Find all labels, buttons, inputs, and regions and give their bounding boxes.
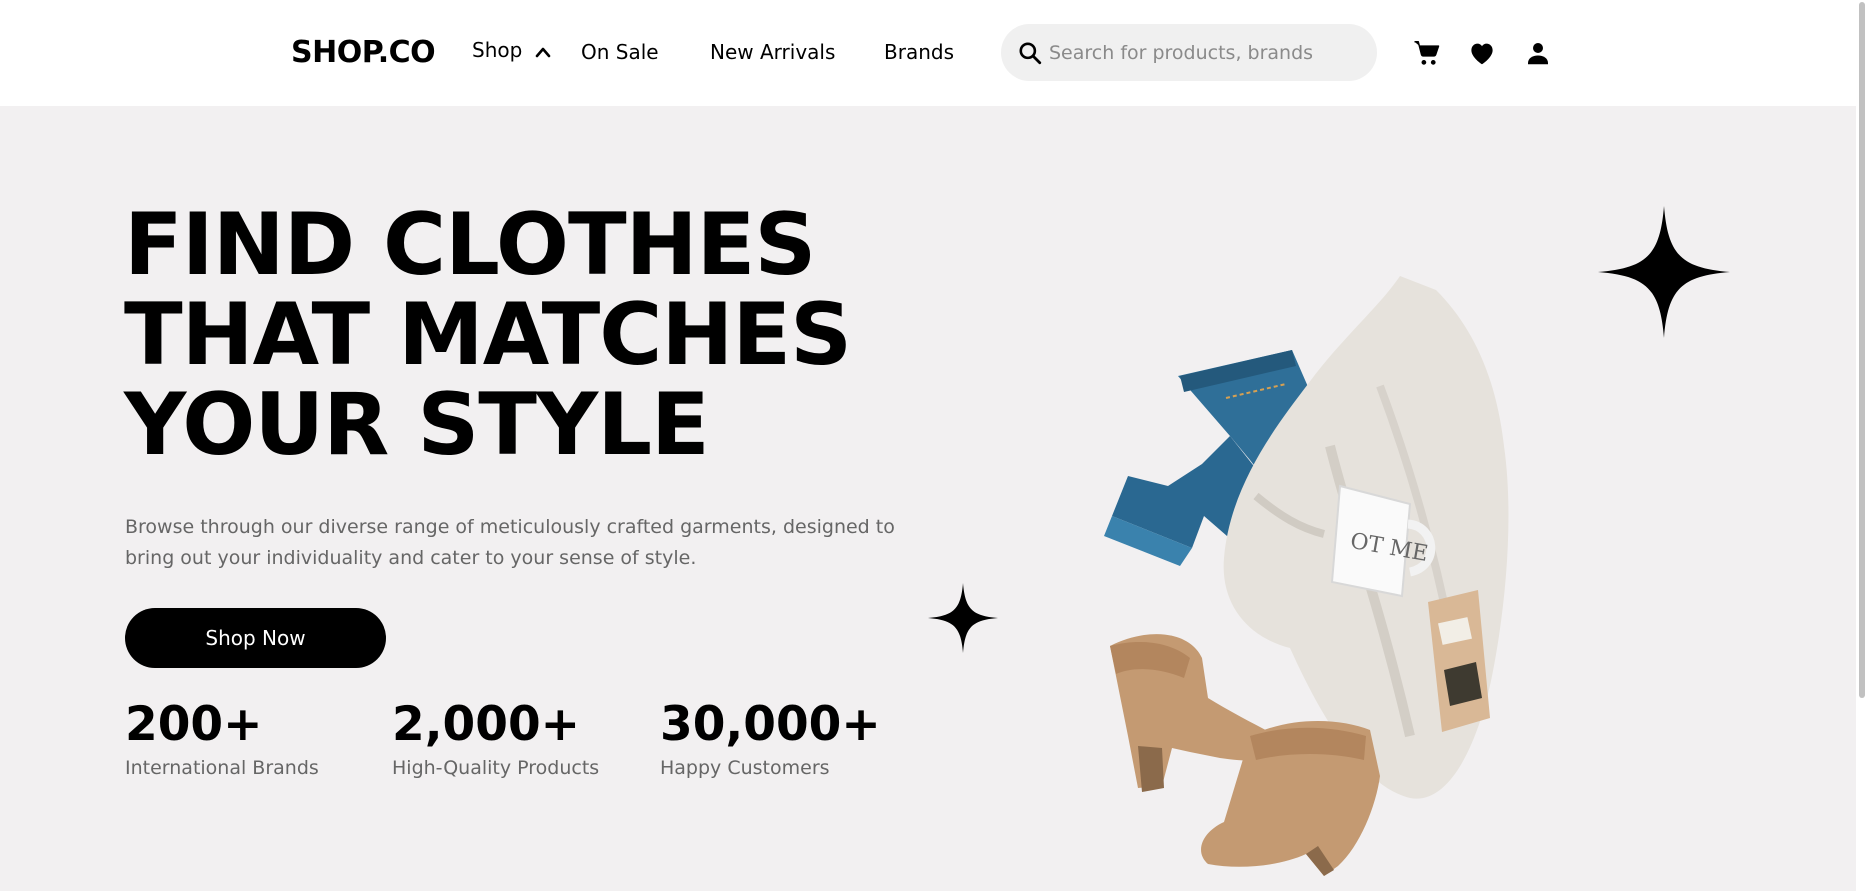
- nav-new-arrivals-link[interactable]: New Arrivals: [710, 38, 835, 66]
- stat-happy-customers: 30,000+ Happy Customers: [660, 698, 881, 780]
- scrollbar-thumb[interactable]: [1859, 2, 1865, 698]
- logo[interactable]: SHOP.CO: [291, 33, 436, 73]
- hero-subtext: Browse through our diverse range of meti…: [125, 516, 895, 569]
- stat-label: Happy Customers: [660, 757, 830, 779]
- search-input[interactable]: [1047, 24, 1367, 81]
- chevron-up-icon: [535, 47, 550, 57]
- nav-brands-link[interactable]: Brands: [884, 38, 954, 66]
- user-icon[interactable]: [1523, 38, 1553, 68]
- stat-value: 30,000+: [660, 697, 881, 752]
- stat-high-quality-products: 2,000+ High-Quality Products: [392, 698, 599, 780]
- stat-value: 200+: [125, 697, 263, 752]
- search-bar[interactable]: [1001, 24, 1377, 81]
- hero-section: FIND CLOTHES THAT MATCHES YOUR STYLE Bro…: [0, 106, 1856, 891]
- hero-clothes-image: OT ME: [1104, 276, 1509, 876]
- cart-icon[interactable]: [1412, 38, 1442, 68]
- stat-value: 2,000+: [392, 697, 581, 752]
- sparkle-icon: [1598, 206, 1730, 338]
- hero-headline-line: YOUR STYLE: [124, 375, 710, 475]
- hero-headline-line: THAT MATCHES: [124, 285, 852, 385]
- nav-shop-dropdown[interactable]: Shop: [472, 36, 551, 64]
- nav-on-sale-link[interactable]: On Sale: [581, 38, 659, 66]
- top-navigation-bar: SHOP.CO Shop On Sale New Arrivals Brands: [0, 0, 1856, 106]
- shop-now-button[interactable]: Shop Now: [125, 608, 386, 668]
- sparkle-icon: [928, 583, 998, 653]
- heart-icon[interactable]: [1467, 38, 1497, 68]
- scrollbar[interactable]: [1856, 0, 1867, 891]
- stat-label: International Brands: [125, 757, 319, 779]
- hero-headline-line: FIND CLOTHES: [124, 195, 816, 295]
- search-icon: [1019, 42, 1042, 65]
- stat-international-brands: 200+ International Brands: [125, 698, 319, 780]
- hero-headline: FIND CLOTHES THAT MATCHES YOUR STYLE: [124, 195, 852, 475]
- nav-shop-label: Shop: [472, 38, 523, 62]
- stat-label: High-Quality Products: [392, 757, 600, 779]
